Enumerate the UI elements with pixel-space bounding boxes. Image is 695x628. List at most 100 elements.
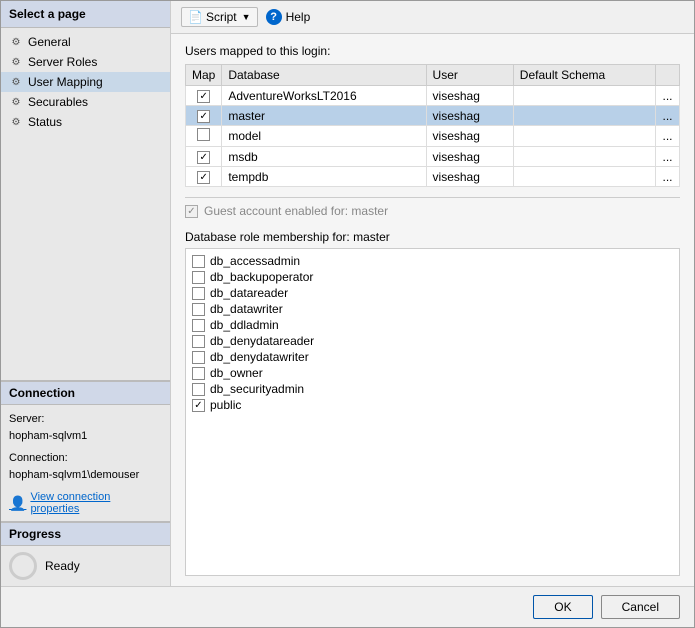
role-checkbox-9[interactable] <box>192 399 205 412</box>
dialog-footer: OK Cancel <box>1 586 694 627</box>
connection-label: Connection: <box>9 452 68 464</box>
connection-icon: 👤 <box>9 495 26 512</box>
table-row[interactable]: master viseshag ... <box>186 106 680 126</box>
server-roles-icon: ⚙ <box>9 55 23 69</box>
row-user-3: viseshag <box>426 147 513 167</box>
role-checkbox-2[interactable] <box>192 287 205 300</box>
right-panel: 📄 Script ▼ ? Help Users mapped to this l… <box>171 1 694 586</box>
view-connection-properties-link[interactable]: 👤 View connection properties <box>9 491 162 515</box>
role-item: db_datareader <box>192 285 673 301</box>
server-value: hopham-sqlvm1 <box>9 430 87 442</box>
role-item: db_denydatareader <box>192 333 673 349</box>
sidebar-item-user-mapping[interactable]: ⚙User Mapping <box>1 72 170 92</box>
content-area: Users mapped to this login: Map Database… <box>171 34 694 586</box>
row-ellipsis-1[interactable]: ... <box>656 106 680 126</box>
row-schema-1 <box>513 106 655 126</box>
col-map: Map <box>186 65 222 86</box>
users-table: Map Database User Default Schema Adventu… <box>185 64 680 187</box>
progress-status: Ready <box>45 559 80 573</box>
table-row[interactable]: model viseshag ... <box>186 126 680 147</box>
role-checkbox-5[interactable] <box>192 335 205 348</box>
guest-checkbox[interactable] <box>185 205 198 218</box>
script-icon: 📄 <box>188 10 203 24</box>
role-label-7: db_owner <box>210 366 263 380</box>
sidebar-item-label-general: General <box>28 35 71 49</box>
role-item: db_accessadmin <box>192 253 673 269</box>
col-database: Database <box>222 65 426 86</box>
progress-section-header: Progress <box>1 522 170 546</box>
row-schema-2 <box>513 126 655 147</box>
script-dropdown-arrow: ▼ <box>242 12 251 22</box>
row-user-4: viseshag <box>426 167 513 187</box>
sidebar-item-label-server-roles: Server Roles <box>28 55 97 69</box>
row-checkbox-4[interactable] <box>197 171 210 184</box>
role-item: db_denydatawriter <box>192 349 673 365</box>
role-checkbox-7[interactable] <box>192 367 205 380</box>
col-schema: Default Schema <box>513 65 655 86</box>
row-database-1: master <box>222 106 426 126</box>
script-button[interactable]: 📄 Script ▼ <box>181 7 258 27</box>
cancel-button[interactable]: Cancel <box>601 595 680 619</box>
role-checkbox-0[interactable] <box>192 255 205 268</box>
row-user-1: viseshag <box>426 106 513 126</box>
row-ellipsis-3[interactable]: ... <box>656 147 680 167</box>
sidebar-item-securables[interactable]: ⚙Securables <box>1 92 170 112</box>
role-item: db_backupoperator <box>192 269 673 285</box>
progress-content: Ready <box>9 552 162 580</box>
role-label-8: db_securityadmin <box>210 382 304 396</box>
row-database-2: model <box>222 126 426 147</box>
role-label-4: db_ddladmin <box>210 318 279 332</box>
role-item: db_owner <box>192 365 673 381</box>
role-checkbox-4[interactable] <box>192 319 205 332</box>
sidebar-item-label-securables: Securables <box>28 95 88 109</box>
row-ellipsis-4[interactable]: ... <box>656 167 680 187</box>
col-user: User <box>426 65 513 86</box>
left-panel-title: Select a page <box>1 1 170 28</box>
row-schema-3 <box>513 147 655 167</box>
role-item: db_datawriter <box>192 301 673 317</box>
role-item: public <box>192 397 673 413</box>
row-ellipsis-2[interactable]: ... <box>656 126 680 147</box>
row-database-3: msdb <box>222 147 426 167</box>
view-props-label: View connection properties <box>30 491 162 515</box>
connection-info: Server: hopham-sqlvm1 Connection: hopham… <box>9 411 162 485</box>
role-item: db_ddladmin <box>192 317 673 333</box>
table-row[interactable]: AdventureWorksLT2016 viseshag ... <box>186 86 680 106</box>
role-checkbox-6[interactable] <box>192 351 205 364</box>
connection-label-row: Connection: hopham-sqlvm1\demouser <box>9 450 162 485</box>
help-button[interactable]: ? Help <box>266 9 311 25</box>
row-checkbox-1[interactable] <box>197 110 210 123</box>
sidebar-item-general[interactable]: ⚙General <box>1 32 170 52</box>
sidebar-item-status[interactable]: ⚙ Status <box>1 112 170 132</box>
role-label-9: public <box>210 398 241 412</box>
table-row[interactable]: msdb viseshag ... <box>186 147 680 167</box>
dialog: Select a page ⚙General⚙Server Roles⚙User… <box>0 0 695 628</box>
user-mapping-icon: ⚙ <box>9 75 23 89</box>
role-list: db_accessadmindb_backupoperatordb_datare… <box>185 248 680 576</box>
row-schema-4 <box>513 167 655 187</box>
row-ellipsis-0[interactable]: ... <box>656 86 680 106</box>
role-checkbox-8[interactable] <box>192 383 205 396</box>
status-icon: ⚙ <box>9 115 23 129</box>
role-membership-title: Database role membership for: master <box>185 230 680 244</box>
role-label-2: db_datareader <box>210 286 288 300</box>
row-checkbox-0[interactable] <box>197 90 210 103</box>
connection-value: hopham-sqlvm1\demouser <box>9 469 139 481</box>
connection-section: Connection Server: hopham-sqlvm1 Connect… <box>1 380 170 521</box>
ok-button[interactable]: OK <box>533 595 592 619</box>
role-checkbox-1[interactable] <box>192 271 205 284</box>
left-panel: Select a page ⚙General⚙Server Roles⚙User… <box>1 1 171 586</box>
row-database-4: tempdb <box>222 167 426 187</box>
toolbar: 📄 Script ▼ ? Help <box>171 1 694 34</box>
role-label-5: db_denydatareader <box>210 334 314 348</box>
sidebar-item-label-status: Status <box>28 115 62 129</box>
connection-section-header: Connection <box>1 381 170 405</box>
row-checkbox-2[interactable] <box>197 128 210 141</box>
help-label: Help <box>286 10 311 24</box>
col-actions <box>656 65 680 86</box>
row-user-0: viseshag <box>426 86 513 106</box>
sidebar-item-server-roles[interactable]: ⚙ Server Roles <box>1 52 170 72</box>
table-row[interactable]: tempdb viseshag ... <box>186 167 680 187</box>
role-checkbox-3[interactable] <box>192 303 205 316</box>
row-checkbox-3[interactable] <box>197 151 210 164</box>
